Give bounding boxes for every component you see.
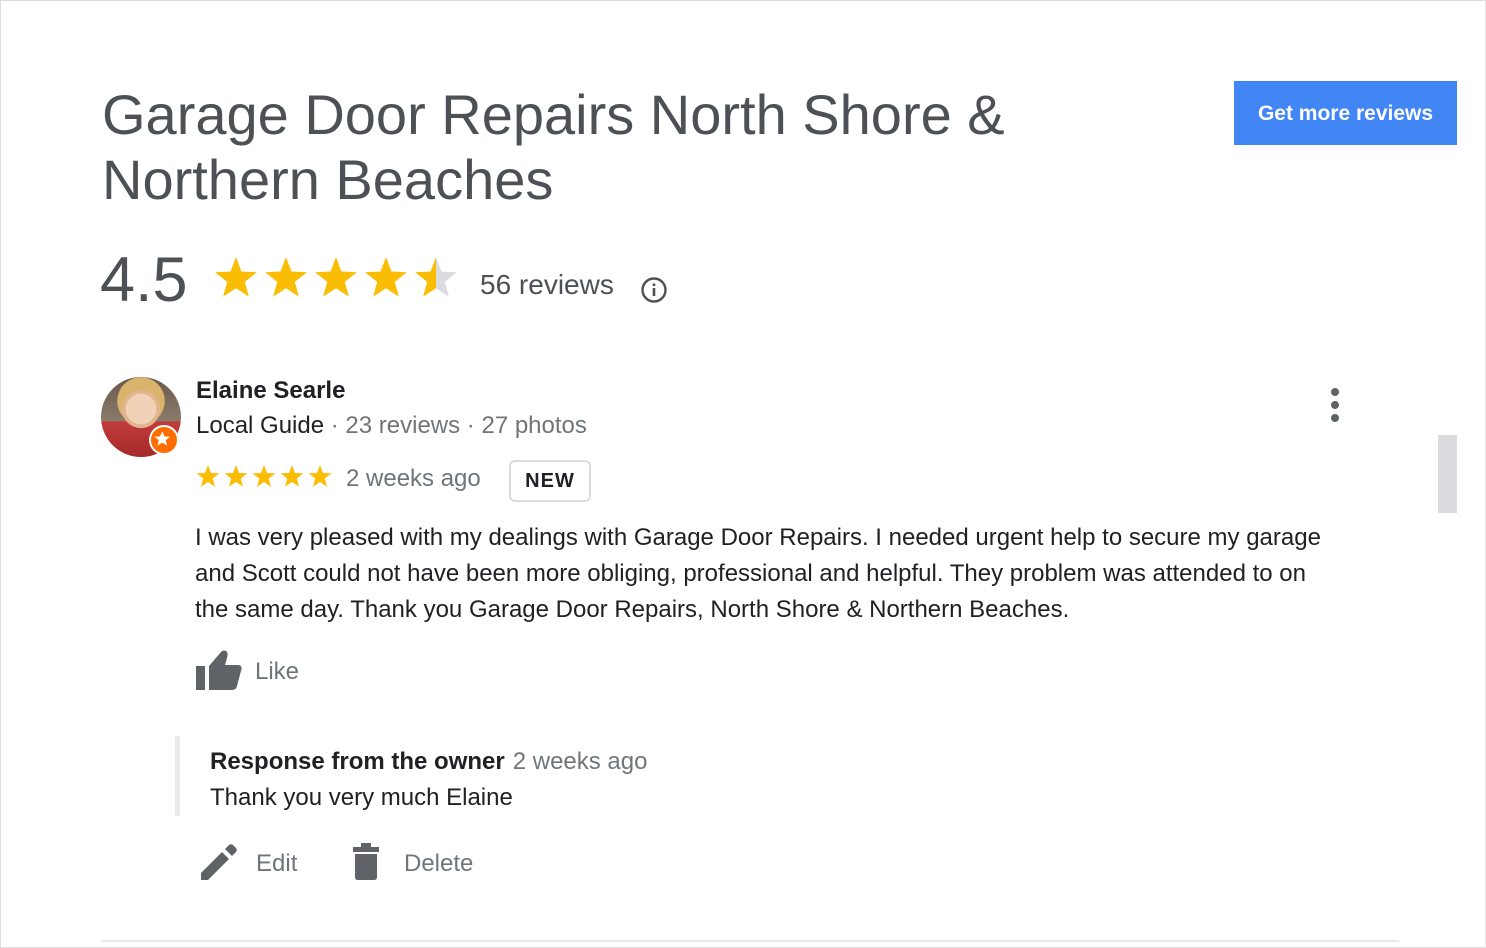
edit-label: Edit — [256, 850, 298, 877]
owner-response-time: 2 weeks ago — [512, 748, 648, 775]
scrollbar-thumb[interactable] — [1438, 435, 1457, 513]
reviewer-name[interactable]: Elaine Searle — [196, 377, 345, 405]
reviewer-avatar[interactable] — [101, 377, 181, 457]
star-icon — [415, 257, 457, 297]
local-guide-label: Local Guide — [196, 412, 325, 439]
reviewer-meta: Local Guide · 23 reviews · 27 photos — [196, 412, 587, 440]
review-count-link[interactable]: 56 reviews — [480, 269, 614, 301]
delete-label: Delete — [404, 850, 474, 877]
star-icon — [315, 257, 357, 297]
star-icon — [196, 465, 220, 487]
rating-value: 4.5 — [100, 245, 188, 315]
thumb-up-icon — [196, 650, 242, 690]
pencil-icon — [201, 844, 237, 880]
like-label: Like — [255, 658, 300, 685]
star-icon — [280, 465, 304, 487]
get-more-reviews-button[interactable]: Get more reviews — [1234, 81, 1457, 145]
new-badge: NEW — [509, 460, 591, 502]
owner-response: Response from the owner 2 weeks ago Thank… — [175, 736, 1180, 816]
star-icon — [215, 257, 257, 297]
rating-stars — [215, 257, 457, 297]
reviewer-stats: · 23 reviews · 27 photos — [324, 412, 587, 439]
star-icon — [308, 465, 331, 487]
star-icon — [365, 257, 407, 297]
delete-response-button[interactable]: Delete — [350, 840, 490, 890]
edit-response-button[interactable]: Edit — [198, 840, 308, 890]
owner-response-label: Response from the owner — [210, 748, 505, 775]
more-vert-icon[interactable] — [1322, 386, 1348, 426]
business-title: Garage Door Repairs North Shore & Northe… — [102, 83, 1005, 211]
review-time: 2 weeks ago — [346, 465, 481, 492]
info-icon[interactable] — [640, 276, 668, 304]
owner-response-text: Thank you very much Elaine — [210, 784, 513, 811]
review-text: I was very pleased with my dealings with… — [195, 524, 1321, 623]
trash-icon — [353, 843, 379, 880]
local-guide-badge-icon — [149, 425, 179, 455]
review-divider — [101, 940, 1399, 942]
owner-response-header: Response from the owner 2 weeks ago — [210, 748, 647, 776]
review-stars — [196, 465, 331, 487]
star-icon — [265, 257, 307, 297]
star-icon — [252, 465, 276, 487]
star-icon — [224, 465, 248, 487]
